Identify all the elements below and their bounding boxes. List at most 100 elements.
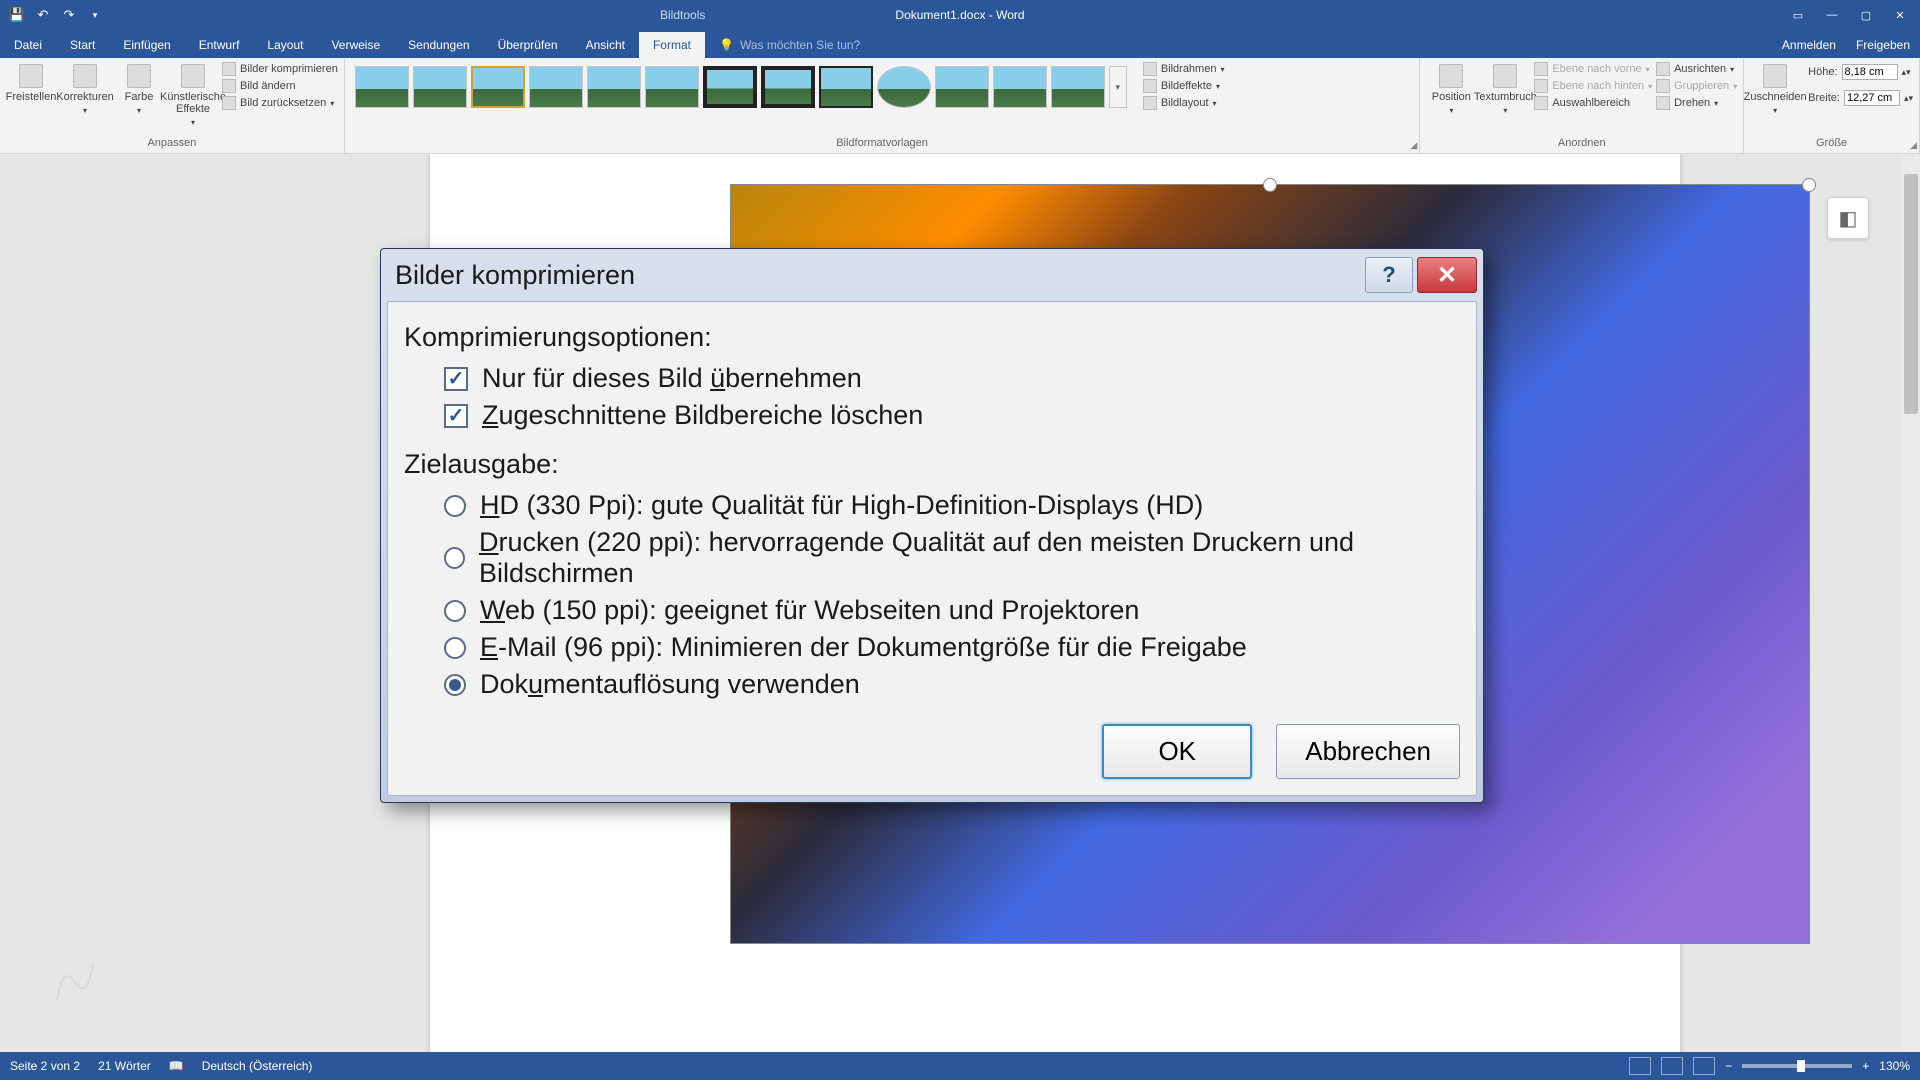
style-gallery-more-icon[interactable]: ▾ [1109, 66, 1127, 108]
align-button[interactable]: Ausrichten ▾ [1656, 62, 1737, 76]
cancel-button[interactable]: Abbrechen [1276, 724, 1460, 779]
tab-start[interactable]: Start [56, 32, 109, 58]
radio-icon [444, 674, 466, 696]
style-item[interactable] [819, 66, 873, 108]
redo-icon[interactable]: ↷ [60, 6, 78, 24]
zoom-level[interactable]: 130% [1879, 1059, 1910, 1073]
checkbox-delete-cropped[interactable]: ✓ Zugeschnittene Bildbereiche löschen [444, 400, 1460, 431]
bildrahmen-button[interactable]: Bildrahmen ▾ [1143, 62, 1225, 76]
radio-email[interactable]: E-Mail (96 ppi): Minimieren der Dokument… [444, 632, 1460, 663]
zoom-out-button[interactable]: − [1725, 1059, 1732, 1073]
sign-in-link[interactable]: Anmelden [1782, 38, 1836, 52]
kuenstlerische-button[interactable]: Künstlerische Effekte▾ [168, 62, 218, 127]
change-picture-button[interactable]: Bild ändern [222, 79, 338, 93]
read-mode-icon[interactable] [1629, 1057, 1651, 1075]
dialog-launcher-icon[interactable]: ◢ [1910, 140, 1917, 151]
scrollbar-thumb[interactable] [1904, 174, 1918, 414]
zoom-slider[interactable] [1742, 1064, 1852, 1068]
height-input[interactable] [1842, 64, 1898, 80]
style-item[interactable] [877, 66, 931, 108]
tab-ansicht[interactable]: Ansicht [572, 32, 639, 58]
restore-icon[interactable]: ▢ [1850, 4, 1882, 26]
print-layout-icon[interactable] [1661, 1057, 1683, 1075]
radio-web[interactable]: Web (150 ppi): geeignet für Webseiten un… [444, 595, 1460, 626]
qat-dropdown-icon[interactable]: ▾ [86, 6, 104, 24]
send-backward-button[interactable]: Ebene nach hinten ▾ [1534, 79, 1652, 93]
picture-styles-gallery[interactable]: ▾ [351, 62, 1131, 112]
style-item[interactable] [355, 66, 409, 108]
checkbox-icon: ✓ [444, 367, 468, 391]
minimize-icon[interactable]: — [1816, 4, 1848, 26]
style-item[interactable] [645, 66, 699, 108]
group-button[interactable]: Gruppieren ▾ [1656, 79, 1737, 93]
tab-sendungen[interactable]: Sendungen [394, 32, 483, 58]
style-item[interactable] [935, 66, 989, 108]
zoom-in-button[interactable]: + [1862, 1059, 1869, 1073]
language-indicator[interactable]: Deutsch (Österreich) [202, 1059, 313, 1073]
width-input[interactable] [1844, 90, 1900, 106]
ribbon-display-icon[interactable]: ▭ [1782, 4, 1814, 26]
tab-entwurf[interactable]: Entwurf [185, 32, 254, 58]
web-layout-icon[interactable] [1693, 1057, 1715, 1075]
rotate-button[interactable]: Drehen ▾ [1656, 96, 1737, 110]
radio-label: Dokumentauflösung verwenden [480, 669, 860, 700]
tab-verweise[interactable]: Verweise [317, 32, 394, 58]
layout-options-button[interactable]: ◧ [1827, 197, 1869, 239]
tab-datei[interactable]: Datei [0, 32, 56, 58]
radio-label: E-Mail (96 ppi): Minimieren der Dokument… [480, 632, 1247, 663]
radio-document-resolution[interactable]: Dokumentauflösung verwenden [444, 669, 1460, 700]
textumbruch-button[interactable]: Textumbruch▾ [1480, 62, 1530, 115]
radio-print[interactable]: Drucken (220 ppi): hervorragende Qualitä… [444, 527, 1460, 589]
bring-forward-button[interactable]: Ebene nach vorne ▾ [1534, 62, 1652, 76]
style-item[interactable] [413, 66, 467, 108]
vertical-scrollbar[interactable] [1902, 154, 1920, 1052]
width-spinner-icon[interactable]: ▴▾ [1904, 93, 1913, 104]
checkbox-apply-only[interactable]: ✓ Nur für dieses Bild übernehmen [444, 363, 1460, 394]
group-label-anpassen: Anpassen [6, 135, 338, 151]
height-spinner-icon[interactable]: ▴▾ [1902, 67, 1911, 78]
share-button[interactable]: Freigeben [1856, 38, 1910, 52]
tell-me-search[interactable]: 💡 Was möchten Sie tun? [719, 38, 860, 58]
resize-handle-icon[interactable] [1263, 178, 1277, 192]
style-item[interactable] [529, 66, 583, 108]
spellcheck-icon[interactable]: 📖 [169, 1059, 184, 1073]
style-item[interactable] [703, 66, 757, 108]
style-item[interactable] [471, 66, 525, 108]
reset-picture-button[interactable]: Bild zurücksetzen ▾ [222, 96, 338, 110]
tab-ueberpruefen[interactable]: Überprüfen [484, 32, 572, 58]
dialog-close-button[interactable]: ✕ [1417, 257, 1477, 293]
farbe-button[interactable]: Farbe▾ [114, 62, 164, 115]
compress-pictures-button[interactable]: Bilder komprimieren [222, 62, 338, 76]
bildlayout-button[interactable]: Bildlayout ▾ [1143, 96, 1225, 110]
align-icon [1656, 62, 1670, 76]
selection-pane-button[interactable]: Auswahlbereich [1534, 96, 1652, 110]
freistellen-button[interactable]: Freistellen [6, 62, 56, 103]
tab-layout[interactable]: Layout [253, 32, 317, 58]
dialog-titlebar[interactable]: Bilder komprimieren ? ✕ [381, 249, 1483, 301]
tab-format[interactable]: Format [639, 32, 705, 58]
undo-icon[interactable]: ↶ [34, 6, 52, 24]
group-label-anordnen: Anordnen [1426, 135, 1737, 151]
dialog-help-button[interactable]: ? [1365, 257, 1413, 293]
bildeffekte-button[interactable]: Bildeffekte ▾ [1143, 79, 1225, 93]
tab-einfuegen[interactable]: Einfügen [109, 32, 184, 58]
resize-handle-icon[interactable] [1802, 178, 1816, 192]
radio-icon [444, 637, 466, 659]
picture-border-icon [1143, 62, 1157, 76]
close-icon[interactable]: ✕ [1884, 4, 1916, 26]
zuschneiden-button[interactable]: Zuschneiden▾ [1750, 62, 1800, 115]
style-item[interactable] [993, 66, 1047, 108]
radio-label: Web (150 ppi): geeignet für Webseiten un… [480, 595, 1139, 626]
save-icon[interactable]: 💾 [8, 6, 26, 24]
korrekturen-button[interactable]: Korrekturen▾ [60, 62, 110, 115]
style-item[interactable] [761, 66, 815, 108]
dialog-launcher-icon[interactable]: ◢ [1410, 140, 1417, 151]
style-item[interactable] [1051, 66, 1105, 108]
position-button[interactable]: Position▾ [1426, 62, 1476, 115]
radio-label: HD (330 Ppi): gute Qualität für High-Def… [480, 490, 1203, 521]
ok-button[interactable]: OK [1102, 724, 1252, 779]
page-indicator[interactable]: Seite 2 von 2 [10, 1059, 80, 1073]
word-count[interactable]: 21 Wörter [98, 1059, 151, 1073]
style-item[interactable] [587, 66, 641, 108]
radio-hd[interactable]: HD (330 Ppi): gute Qualität für High-Def… [444, 490, 1460, 521]
